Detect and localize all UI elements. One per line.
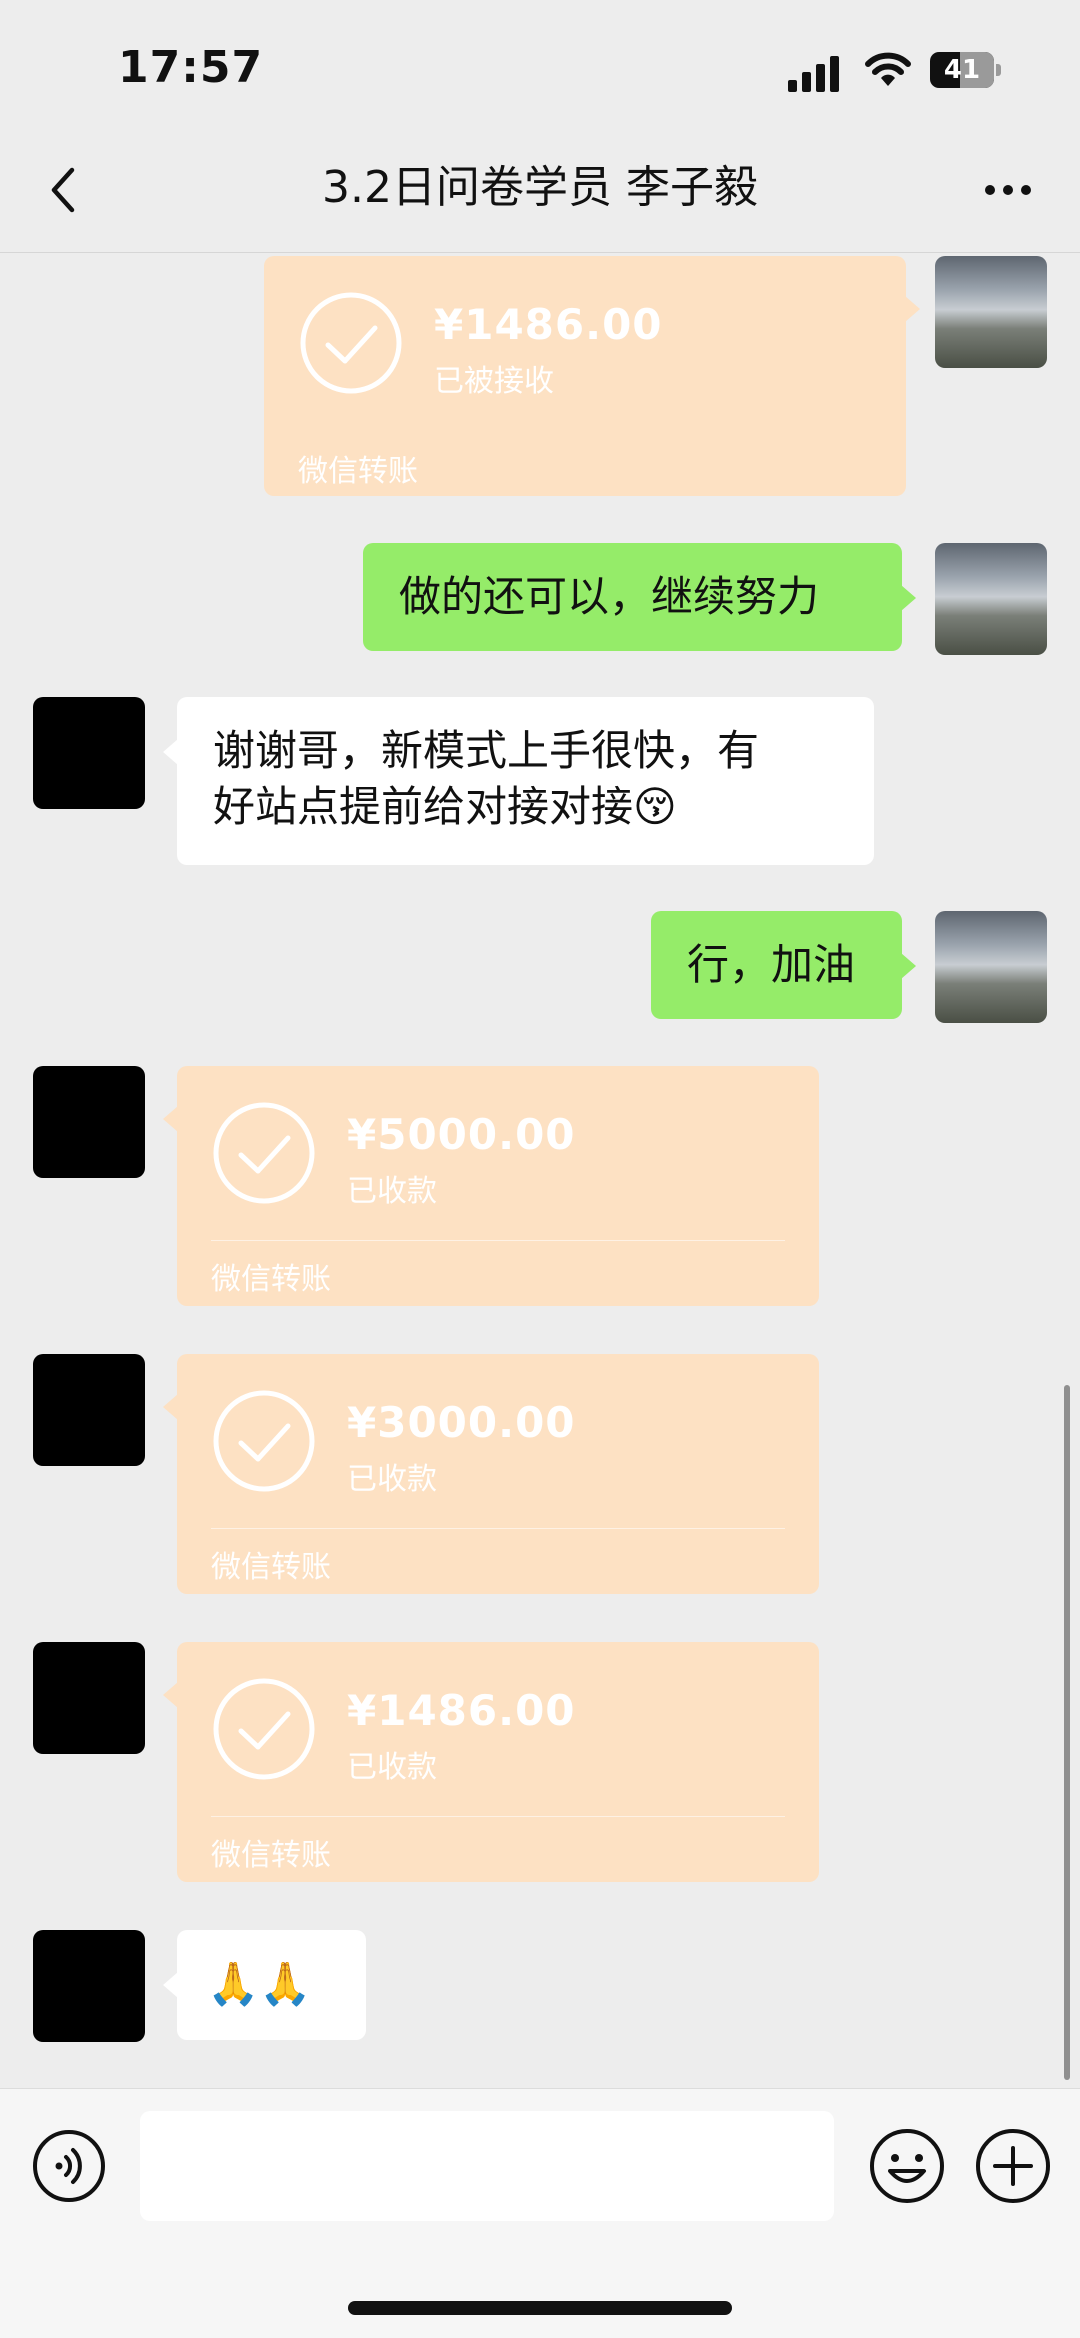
contact-avatar[interactable] [33, 1642, 145, 1754]
transfer-card[interactable]: ¥1486.00 已收款 微信转账 [163, 1642, 819, 1882]
transfer-label: 微信转账 [298, 454, 418, 489]
home-indicator[interactable] [348, 2301, 732, 2315]
transfer-label: 微信转账 [211, 1550, 331, 1585]
chat-header: 3.2日问卷学员 李子毅 [0, 130, 1080, 253]
message-bubble[interactable]: 谢谢哥，新模式上手很快，有 好站点提前给对接对接😚 [163, 697, 874, 865]
transfer-status: 已被接收 [434, 364, 554, 399]
transfer-card[interactable]: ¥1486.00 已被接收 微信转账 [264, 256, 920, 496]
message-text: 谢谢哥，新模式上手很快，有 好站点提前给对接对接😚 [213, 726, 760, 831]
contact-avatar[interactable] [33, 1354, 145, 1466]
plus-icon[interactable] [974, 2127, 1052, 2205]
contact-avatar[interactable] [33, 697, 145, 809]
message-text: 做的还可以，继续努力 [399, 572, 820, 621]
message-text: 🙏🙏 [207, 1959, 312, 2008]
status-time: 17:57 [118, 42, 264, 93]
transfer-card[interactable]: ¥3000.00 已收款 微信转账 [163, 1354, 819, 1594]
transfer-amount: ¥1486.00 [347, 1686, 576, 1735]
self-avatar[interactable] [935, 911, 1047, 1023]
transfer-amount: ¥5000.00 [347, 1110, 576, 1159]
contact-avatar[interactable] [33, 1066, 145, 1178]
emoji-icon[interactable] [868, 2127, 946, 2205]
input-bar [0, 2088, 1080, 2338]
check-circle-icon [213, 1678, 315, 1780]
transfer-status: 已收款 [347, 1174, 437, 1209]
message-input[interactable] [140, 2111, 834, 2221]
transfer-amount: ¥1486.00 [434, 300, 663, 349]
check-circle-icon [213, 1390, 315, 1492]
battery-indicator: 41 [930, 52, 1002, 88]
check-circle-icon [300, 292, 402, 394]
contact-avatar[interactable] [33, 1930, 145, 2042]
transfer-amount: ¥3000.00 [347, 1398, 576, 1447]
chat-title: 3.2日问卷学员 李子毅 [322, 162, 758, 213]
more-icon[interactable] [978, 170, 1038, 210]
status-bar: 17:57 41 [0, 0, 1080, 130]
self-avatar[interactable] [935, 256, 1047, 368]
voice-icon[interactable] [32, 2129, 106, 2203]
transfer-card[interactable]: ¥5000.00 已收款 微信转账 [163, 1066, 819, 1306]
self-avatar[interactable] [935, 543, 1047, 655]
transfer-label: 微信转账 [211, 1838, 331, 1873]
signal-icon [788, 56, 839, 92]
message-text: 行，加油 [687, 940, 856, 989]
back-icon[interactable] [40, 160, 90, 220]
check-circle-icon [213, 1102, 315, 1204]
message-bubble[interactable]: 做的还可以，继续努力 [363, 543, 916, 651]
battery-level: 41 [943, 55, 981, 85]
scrollbar[interactable] [1064, 1385, 1070, 2080]
message-bubble[interactable]: 行，加油 [651, 911, 916, 1019]
transfer-label: 微信转账 [211, 1262, 331, 1297]
transfer-status: 已收款 [347, 1462, 437, 1497]
wifi-icon [865, 52, 911, 86]
message-bubble[interactable]: 🙏🙏 [163, 1930, 366, 2040]
transfer-status: 已收款 [347, 1750, 437, 1785]
